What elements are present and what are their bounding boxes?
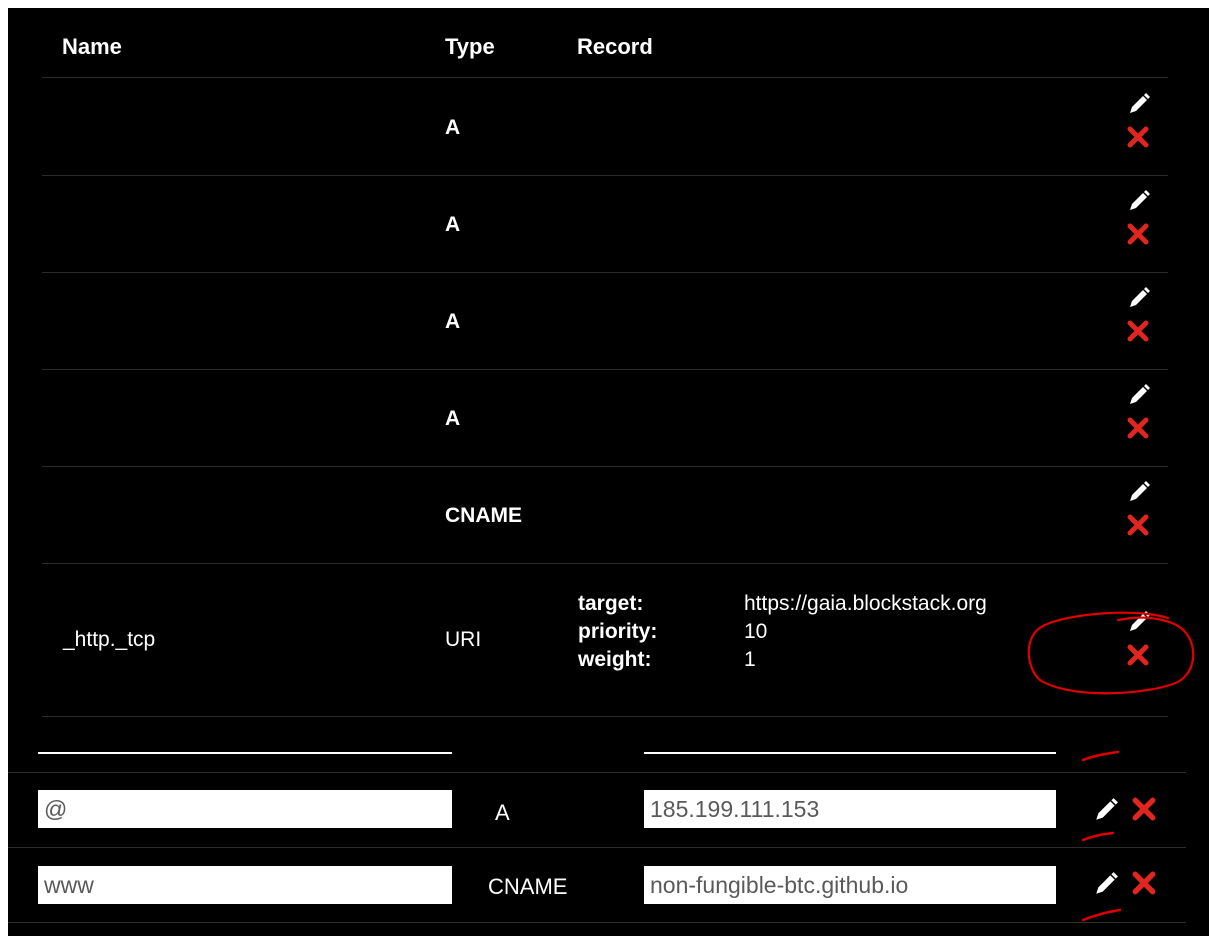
record-type: A	[445, 116, 461, 139]
close-icon[interactable]	[1127, 126, 1149, 148]
column-header-record: Record	[577, 34, 653, 59]
divider	[8, 847, 1186, 848]
record-input[interactable]	[644, 866, 1056, 904]
column-header-name: Name	[62, 34, 122, 59]
record-type: A	[495, 800, 510, 825]
pencil-icon[interactable]	[1127, 189, 1151, 213]
pencil-icon[interactable]	[1127, 92, 1151, 116]
record-type: URI	[445, 628, 482, 651]
table-header: Name Type Record	[8, 8, 1209, 86]
column-header-type: Type	[445, 34, 495, 59]
target-label: target:	[578, 592, 644, 615]
record-column-underline	[644, 752, 1056, 754]
table-row: A	[8, 272, 1209, 369]
close-icon[interactable]	[1132, 871, 1156, 895]
row-actions	[1125, 286, 1155, 356]
pencil-icon[interactable]	[1127, 480, 1151, 504]
priority-value: 10	[744, 620, 768, 643]
pencil-icon[interactable]	[1093, 797, 1119, 823]
record-type: CNAME	[445, 504, 522, 527]
table-row: A	[8, 78, 1209, 175]
record-input[interactable]	[644, 790, 1056, 828]
record-type: A	[445, 213, 461, 236]
divider	[8, 922, 1186, 923]
row-actions	[1125, 92, 1155, 162]
target-value: https://gaia.blockstack.org	[744, 592, 987, 615]
close-icon[interactable]	[1127, 320, 1149, 342]
pencil-icon[interactable]	[1093, 871, 1119, 897]
pencil-icon[interactable]	[1127, 383, 1151, 407]
row-actions	[1125, 480, 1155, 550]
pencil-icon[interactable]	[1127, 286, 1151, 310]
row-actions	[1125, 610, 1155, 680]
weight-label: weight:	[578, 648, 652, 671]
divider	[42, 716, 1168, 717]
table-row: _http._tcp URI target: priority: weight:…	[8, 564, 1209, 716]
uri-field-labels: target: priority: weight:	[578, 590, 657, 674]
record-type: A	[445, 310, 461, 333]
dns-records-panel: Name Type Record A A A A CNAME _http._tc…	[8, 8, 1209, 936]
close-icon[interactable]	[1127, 417, 1149, 439]
row-actions	[1125, 383, 1155, 453]
divider	[8, 772, 1186, 773]
uri-field-values: https://gaia.blockstack.org 10 1	[744, 590, 1086, 674]
close-icon[interactable]	[1127, 223, 1149, 245]
record-type: CNAME	[488, 874, 568, 899]
name-input[interactable]	[38, 790, 452, 828]
priority-label: priority:	[578, 620, 658, 643]
close-icon[interactable]	[1127, 514, 1149, 536]
weight-value: 1	[744, 648, 756, 671]
table-row: A	[8, 369, 1209, 466]
close-icon[interactable]	[1127, 644, 1149, 666]
table-row: CNAME	[8, 466, 1209, 563]
name-input[interactable]	[38, 866, 452, 904]
record-name: _http._tcp	[63, 628, 156, 651]
name-column-underline	[38, 752, 452, 754]
pencil-icon[interactable]	[1127, 610, 1151, 634]
record-type: A	[445, 407, 461, 430]
close-icon[interactable]	[1132, 797, 1156, 821]
table-row: A	[8, 175, 1209, 272]
row-actions	[1125, 189, 1155, 259]
